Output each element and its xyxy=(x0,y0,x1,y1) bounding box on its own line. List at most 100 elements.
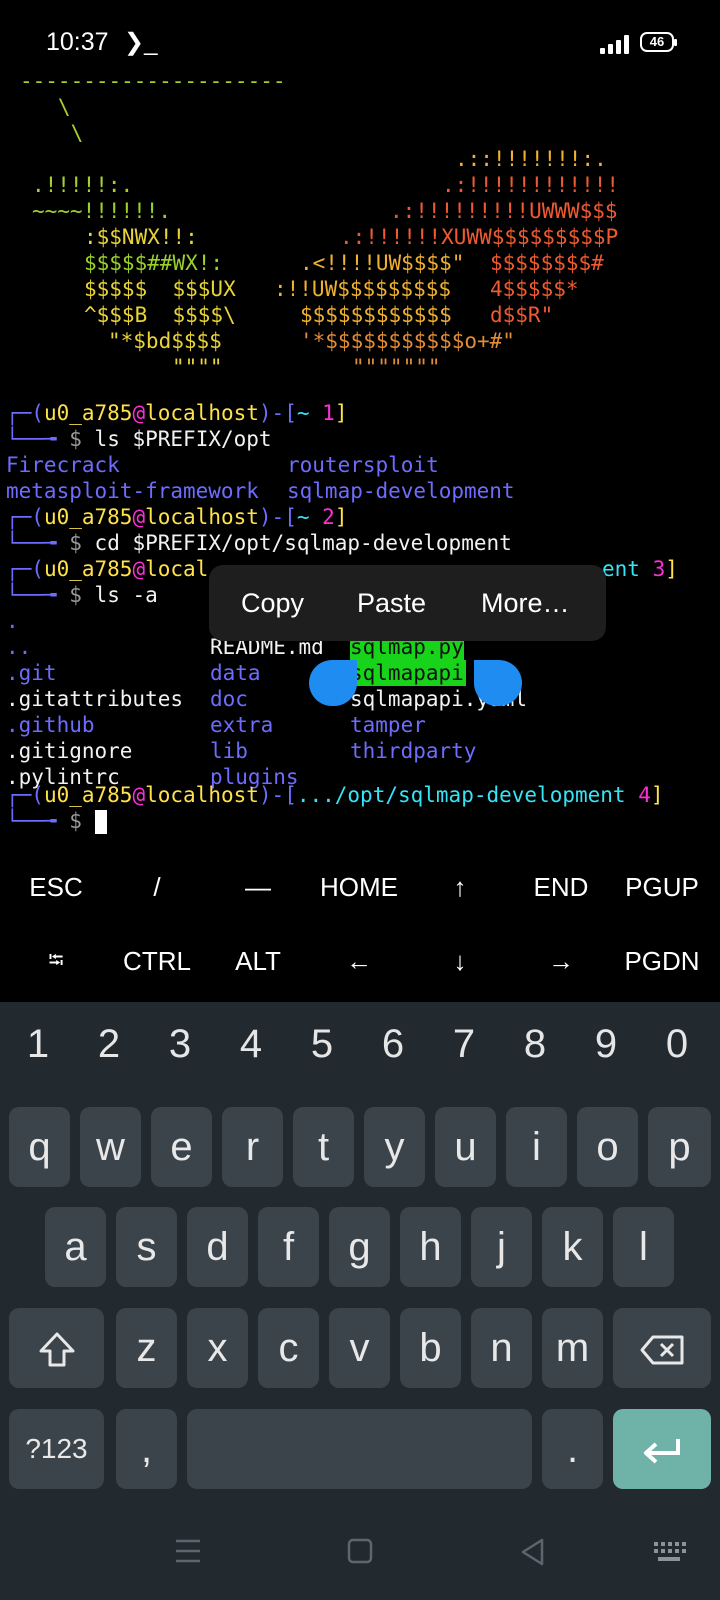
command-line[interactable]: └──╼ $ xyxy=(6,808,107,834)
alt-key[interactable]: ALT xyxy=(208,946,308,977)
home-key[interactable]: HOME xyxy=(309,872,409,903)
pgdn-key[interactable]: PGDN xyxy=(612,946,712,977)
key-q[interactable]: q xyxy=(9,1107,70,1187)
selection-start-handle[interactable] xyxy=(309,660,357,706)
key-s[interactable]: s xyxy=(116,1207,177,1287)
key-z[interactable]: z xyxy=(116,1308,177,1388)
key-p[interactable]: p xyxy=(648,1107,711,1187)
comma-key[interactable]: , xyxy=(116,1409,177,1489)
key-e[interactable]: e xyxy=(151,1107,212,1187)
key-a[interactable]: a xyxy=(45,1207,106,1287)
backspace-key[interactable] xyxy=(613,1308,711,1388)
ascii-line: $$$$$$$$$$$$ xyxy=(300,303,452,327)
key-x[interactable]: x xyxy=(187,1308,248,1388)
ls-item: tamper xyxy=(350,713,426,737)
key-0[interactable]: 0 xyxy=(642,1022,712,1067)
key-m[interactable]: m xyxy=(542,1308,603,1388)
key-d[interactable]: d xyxy=(187,1207,248,1287)
key-g[interactable]: g xyxy=(329,1207,390,1287)
selection-end-handle[interactable] xyxy=(474,660,522,706)
key-b[interactable]: b xyxy=(400,1308,461,1388)
pgup-key[interactable]: PGUP xyxy=(612,872,712,903)
key-u[interactable]: u xyxy=(435,1107,496,1187)
ascii-line: :$$NWX!!: xyxy=(84,225,198,249)
key-k[interactable]: k xyxy=(542,1207,603,1287)
terminal-notification-icon: ❯_ xyxy=(124,29,158,56)
arrow-up-key[interactable]: ↑ xyxy=(410,872,510,903)
key-1[interactable]: 1 xyxy=(3,1022,73,1067)
paste-button[interactable]: Paste xyxy=(357,565,426,641)
ls-item: routersploit xyxy=(287,453,439,477)
period-key[interactable]: . xyxy=(542,1409,603,1489)
shift-key[interactable] xyxy=(9,1308,104,1388)
ascii-line: .::!!!!!!!:. xyxy=(455,147,607,171)
ls-item: extra xyxy=(210,713,274,737)
arrow-down-key[interactable]: ↓ xyxy=(410,946,510,977)
key-v[interactable]: v xyxy=(329,1308,390,1388)
key-9[interactable]: 9 xyxy=(571,1022,641,1067)
ls-item: .gitignore xyxy=(6,739,133,763)
home-icon[interactable] xyxy=(347,1538,373,1564)
ascii-line: .:!!!!!!!!!UWWW$$$ xyxy=(390,199,618,223)
key-f[interactable]: f xyxy=(258,1207,319,1287)
key-y[interactable]: y xyxy=(364,1107,425,1187)
symbols-key[interactable]: ?123 xyxy=(9,1409,104,1489)
ascii-line: "*$bd$$$$ xyxy=(108,329,222,353)
soft-keyboard xyxy=(0,1002,720,1600)
key-6[interactable]: 6 xyxy=(358,1022,428,1067)
space-key[interactable] xyxy=(187,1409,532,1489)
key-c[interactable]: c xyxy=(258,1308,319,1388)
key-2[interactable]: 2 xyxy=(74,1022,144,1067)
ascii-line: d$$R" xyxy=(490,303,554,327)
key-3[interactable]: 3 xyxy=(145,1022,215,1067)
ls-item: lib xyxy=(210,739,248,763)
ctrl-key[interactable]: CTRL xyxy=(107,946,207,977)
key-7[interactable]: 7 xyxy=(429,1022,499,1067)
key-o[interactable]: o xyxy=(577,1107,638,1187)
key-w[interactable]: w xyxy=(80,1107,141,1187)
key-t[interactable]: t xyxy=(293,1107,354,1187)
arrow-left-key[interactable]: ← xyxy=(309,946,409,977)
esc-key[interactable]: ESC xyxy=(6,872,106,903)
end-key[interactable]: END xyxy=(511,872,611,903)
ascii-line: \ xyxy=(20,95,71,119)
key-n[interactable]: n xyxy=(471,1308,532,1388)
key-i[interactable]: i xyxy=(506,1107,567,1187)
ascii-line: $$$$$ $$$UX xyxy=(84,277,236,301)
key-h[interactable]: h xyxy=(400,1207,461,1287)
key-4[interactable]: 4 xyxy=(216,1022,286,1067)
back-icon[interactable] xyxy=(520,1538,546,1566)
ascii-line: $$$$$##WX!: xyxy=(84,251,224,275)
signal-icon xyxy=(600,34,630,54)
ascii-line: .!!!!!:. xyxy=(32,173,134,197)
recents-icon[interactable] xyxy=(174,1538,202,1564)
command-line: └──╼ $ ls -a xyxy=(6,583,158,607)
ascii-line: .<!!!!UW$$$$" xyxy=(300,251,465,275)
key-5[interactable]: 5 xyxy=(287,1022,357,1067)
key-8[interactable]: 8 xyxy=(500,1022,570,1067)
key-r[interactable]: r xyxy=(222,1107,283,1187)
tab-key[interactable]: ⭾ xyxy=(6,946,106,980)
key-l[interactable]: l xyxy=(613,1207,674,1287)
keyboard-hide-icon[interactable] xyxy=(652,1540,686,1564)
ls-item: doc xyxy=(210,687,248,711)
ascii-line: '*$$$$$$$$$$$o+#" xyxy=(300,329,515,353)
slash-key[interactable]: / xyxy=(107,872,207,903)
copy-button[interactable]: Copy xyxy=(241,565,304,641)
ls-item-selected[interactable]: sqlmapapi xyxy=(350,660,466,686)
dash-key[interactable]: — xyxy=(208,872,308,903)
key-j[interactable]: j xyxy=(471,1207,532,1287)
more-button[interactable]: More… xyxy=(481,565,570,641)
ascii-line: """"""" xyxy=(352,355,441,379)
ascii-line: $$$$$$$$# xyxy=(490,251,604,275)
ascii-line: \ xyxy=(20,121,84,145)
ascii-line: .:!!!!!!XUWW$$$$$$$$$P xyxy=(340,225,619,249)
ascii-line: :!!UW$$$$$$$$$ xyxy=(274,277,452,301)
text-cursor xyxy=(94,810,107,834)
prompt-line: ┌─(u0_a785@local xyxy=(6,557,209,581)
enter-icon xyxy=(644,1439,680,1464)
enter-key[interactable] xyxy=(613,1409,711,1489)
arrow-right-key[interactable]: → xyxy=(511,946,611,977)
status-time: 10:37 xyxy=(46,28,109,56)
ascii-line: """" xyxy=(172,355,223,379)
